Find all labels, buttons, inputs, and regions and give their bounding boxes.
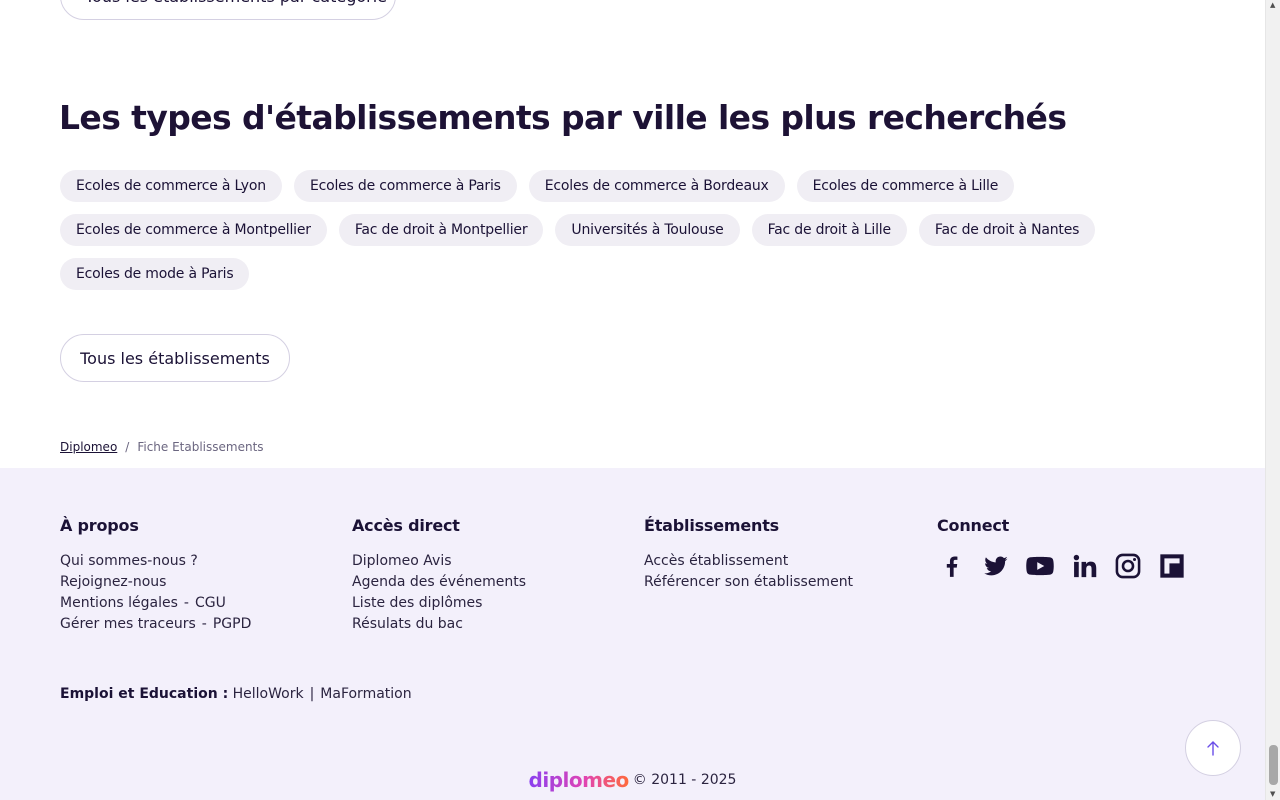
facebook-icon[interactable] [937, 551, 967, 581]
tag-row: Ecoles de commerce à Lyon Ecoles de comm… [60, 170, 1140, 202]
all-by-category-button[interactable]: Tous les établissements par catégorie [60, 0, 396, 20]
maformation-link[interactable]: MaFormation [320, 686, 411, 702]
footer-col-apropos: À propos Qui sommes-nous ? Rejoignez-nou… [60, 516, 251, 635]
tag-link[interactable]: Ecoles de commerce à Bordeaux [528, 170, 785, 202]
breadcrumb-current: Fiche Etablissements [137, 440, 264, 454]
emploi-label: Emploi et Education : [60, 686, 229, 702]
footer-link-avis[interactable]: Diplomeo Avis [352, 553, 452, 569]
scroll-down-icon[interactable]: ▼ [1270, 791, 1275, 798]
scroll-up-icon[interactable]: ▲ [1270, 2, 1275, 9]
footer-link-pgpd[interactable]: PGPD [213, 616, 252, 632]
footer-link-list-school[interactable]: Référencer son établissement [644, 574, 853, 590]
youtube-icon[interactable] [1025, 551, 1055, 581]
footer-col-etablissements: Établissements Accès établissement Référ… [644, 516, 853, 593]
footer-link-jobs[interactable]: Rejoignez-nous [60, 574, 166, 590]
footer-heading: Établissements [644, 516, 779, 535]
separator: - [201, 616, 207, 632]
instagram-icon[interactable] [1113, 551, 1143, 581]
hellowork-link[interactable]: HelloWork [233, 686, 304, 702]
tag-link[interactable]: Ecoles de mode à Paris [60, 258, 250, 290]
arrow-up-icon [1207, 741, 1219, 756]
tag-row: Ecoles de commerce à Montpellier Fac de … [60, 214, 1140, 246]
footer-link-about[interactable]: Qui sommes-nous ? [60, 553, 198, 569]
site-footer: À propos Qui sommes-nous ? Rejoignez-nou… [0, 468, 1265, 800]
copyright: diplomeo © 2011 - 2025 [0, 768, 1265, 792]
tag-link[interactable]: Universités à Toulouse [555, 214, 740, 246]
footer-link-trackers[interactable]: Gérer mes traceurs [60, 616, 196, 632]
separator: - [183, 595, 189, 611]
tag-link[interactable]: Fac de droit à Nantes [918, 214, 1096, 246]
city-type-tags: Ecoles de commerce à Lyon Ecoles de comm… [60, 170, 1140, 302]
footer-link-school-access[interactable]: Accès établissement [644, 553, 788, 569]
scrollbar-thumb[interactable] [1269, 745, 1278, 785]
breadcrumb: Diplomeo / Fiche Etablissements [60, 440, 264, 454]
tag-link[interactable]: Ecoles de commerce à Montpellier [60, 214, 327, 246]
tag-row: Ecoles de mode à Paris [60, 258, 1140, 290]
footer-link-legal[interactable]: Mentions légales [60, 595, 178, 611]
separator: | [309, 686, 315, 702]
copyright-text: © 2011 - 2025 [632, 772, 737, 788]
tag-link[interactable]: Fac de droit à Montpellier [338, 214, 544, 246]
emploi-education: Emploi et Education : HelloWork | MaFormat… [60, 686, 412, 702]
all-establishments-button[interactable]: Tous les établissements [60, 334, 290, 382]
tag-link[interactable]: Fac de droit à Lille [751, 214, 907, 246]
social-links [937, 551, 1187, 581]
footer-col-acces: Accès direct Diplomeo Avis Agenda des év… [352, 516, 526, 635]
section-title: Les types d'établissements par ville les… [59, 98, 1067, 137]
breadcrumb-separator: / [125, 440, 130, 454]
footer-heading: À propos [60, 516, 139, 535]
diplomeo-logo[interactable]: diplomeo [529, 768, 630, 792]
footer-link-cgu[interactable]: CGU [195, 595, 226, 611]
scrollbar[interactable]: ▲ ▼ [1265, 0, 1280, 800]
footer-col-connect: Connect [937, 516, 1187, 581]
flipboard-icon[interactable] [1157, 551, 1187, 581]
tag-link[interactable]: Ecoles de commerce à Paris [293, 170, 517, 202]
twitter-icon[interactable] [981, 551, 1011, 581]
footer-link-bac[interactable]: Résulats du bac [352, 616, 463, 632]
linkedin-icon[interactable] [1069, 551, 1099, 581]
tag-link[interactable]: Ecoles de commerce à Lille [796, 170, 1015, 202]
footer-link-diplomes[interactable]: Liste des diplômes [352, 595, 482, 611]
tag-link[interactable]: Ecoles de commerce à Lyon [60, 170, 282, 202]
breadcrumb-home-link[interactable]: Diplomeo [60, 440, 117, 454]
footer-heading: Accès direct [352, 516, 460, 535]
footer-link-agenda[interactable]: Agenda des événements [352, 574, 526, 590]
footer-heading: Connect [937, 516, 1010, 535]
page: Tous les établissements par catégorie Le… [0, 0, 1265, 800]
